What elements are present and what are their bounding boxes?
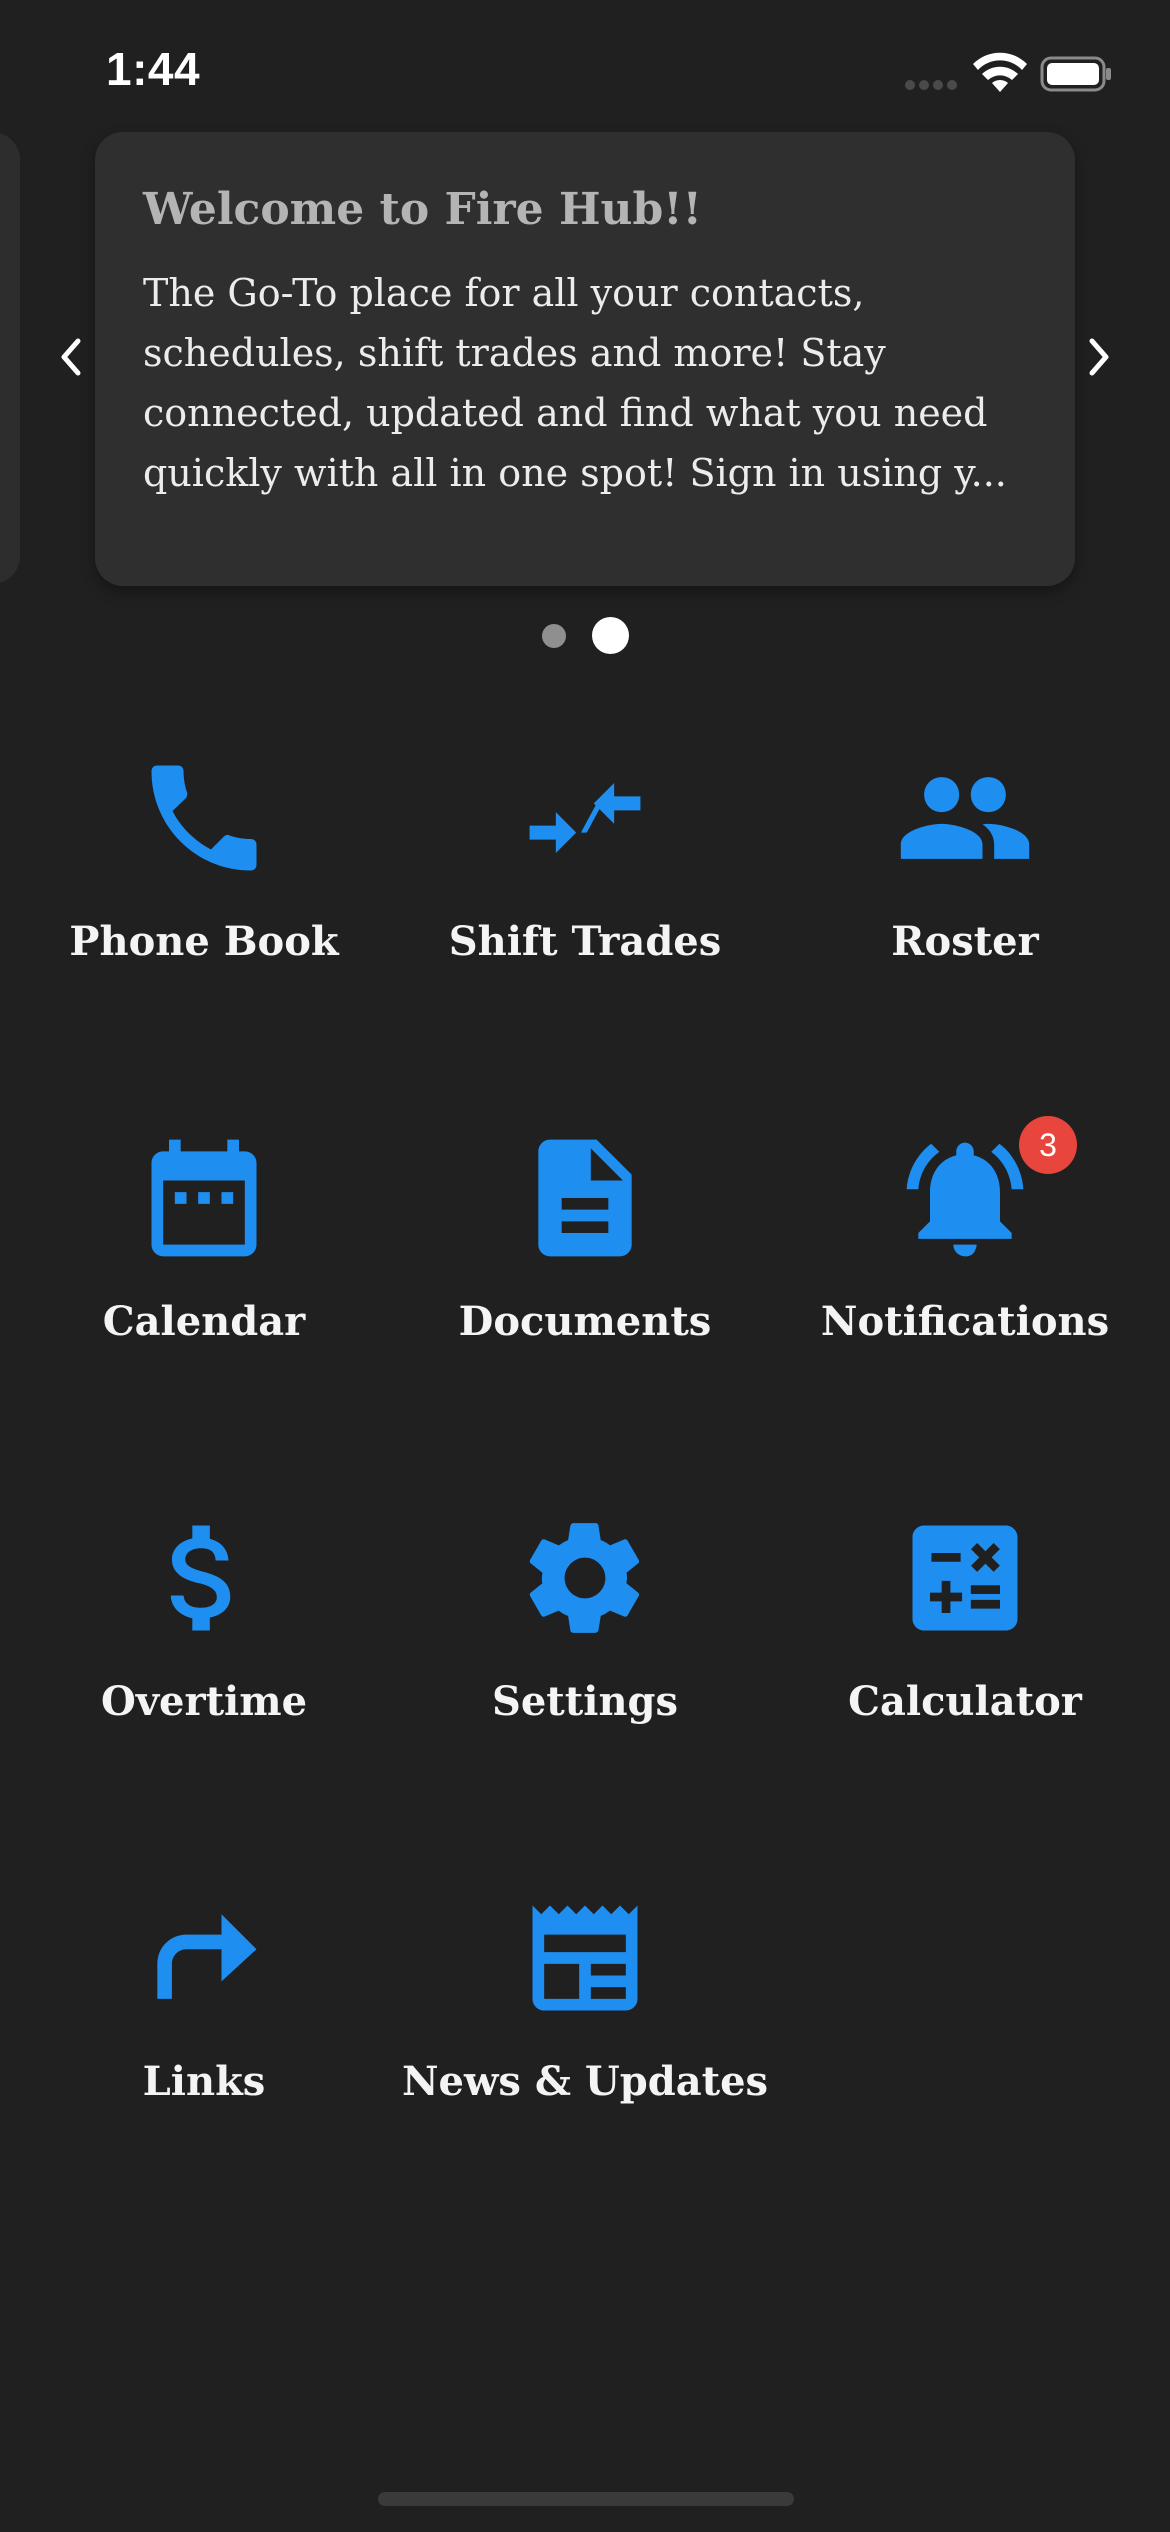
documents-button[interactable]: Documents (405, 1128, 765, 1388)
notifications-badge: 3 (1019, 1116, 1077, 1174)
overtime-button[interactable]: Overtime (24, 1508, 384, 1768)
welcome-card[interactable]: Welcome to Fire Hub!! The Go-To place fo… (95, 132, 1075, 586)
dollar-icon (134, 1508, 274, 1648)
shift-trades-button[interactable]: Shift Trades (405, 748, 765, 1008)
news-updates-button[interactable]: News & Updates (401, 1888, 769, 2148)
notifications-button[interactable]: 3 Notifications (785, 1116, 1145, 1388)
wifi-icon (973, 52, 1027, 92)
previous-card-edge[interactable] (0, 132, 20, 584)
links-button[interactable]: Links (24, 1888, 384, 2148)
swap-arrows-icon (515, 748, 655, 888)
calendar-button[interactable]: Calendar (24, 1128, 384, 1388)
phone-book-button[interactable]: Phone Book (24, 748, 384, 1008)
notifications-label: Notifications (820, 1298, 1110, 1345)
overtime-label: Overtime (100, 1678, 308, 1725)
home-screen: 1:44 Welcome to Fire Hub!! The Go-To pla… (0, 0, 1170, 2532)
chevron-left-icon[interactable] (54, 335, 88, 379)
phone-book-label: Phone Book (69, 918, 339, 965)
home-indicator[interactable] (378, 2492, 794, 2506)
welcome-card-title: Welcome to Fire Hub!! (143, 184, 702, 235)
news-updates-label: News & Updates (401, 2058, 769, 2105)
calculator-button[interactable]: Calculator (785, 1508, 1145, 1768)
page-dot-2-active[interactable] (592, 617, 629, 654)
document-icon (515, 1128, 655, 1268)
links-label: Links (142, 2058, 266, 2105)
calculator-label: Calculator (848, 1678, 1082, 1725)
welcome-card-body: The Go-To place for all your contacts, s… (143, 270, 1007, 495)
bell-ringing-icon: 3 (895, 1116, 1077, 1268)
calendar-label: Calendar (102, 1298, 306, 1345)
page-dot-1[interactable] (542, 624, 566, 648)
gear-icon (515, 1508, 655, 1648)
newspaper-icon (515, 1888, 655, 2028)
status-time: 1:44 (106, 43, 201, 95)
documents-label: Documents (458, 1298, 712, 1345)
settings-label: Settings (491, 1678, 679, 1725)
calendar-icon (134, 1128, 274, 1268)
cellular-signal-icon (905, 80, 959, 92)
battery-icon (1040, 56, 1111, 92)
shift-trades-label: Shift Trades (448, 918, 722, 965)
people-icon (895, 748, 1035, 888)
roster-label: Roster (891, 918, 1039, 965)
chevron-right-icon[interactable] (1082, 335, 1116, 379)
calculator-icon (895, 1508, 1035, 1648)
phone-icon (134, 748, 274, 888)
share-arrow-icon (134, 1888, 274, 2028)
roster-button[interactable]: Roster (785, 748, 1145, 1008)
carousel-page-indicator[interactable] (540, 616, 640, 656)
settings-button[interactable]: Settings (405, 1508, 765, 1768)
